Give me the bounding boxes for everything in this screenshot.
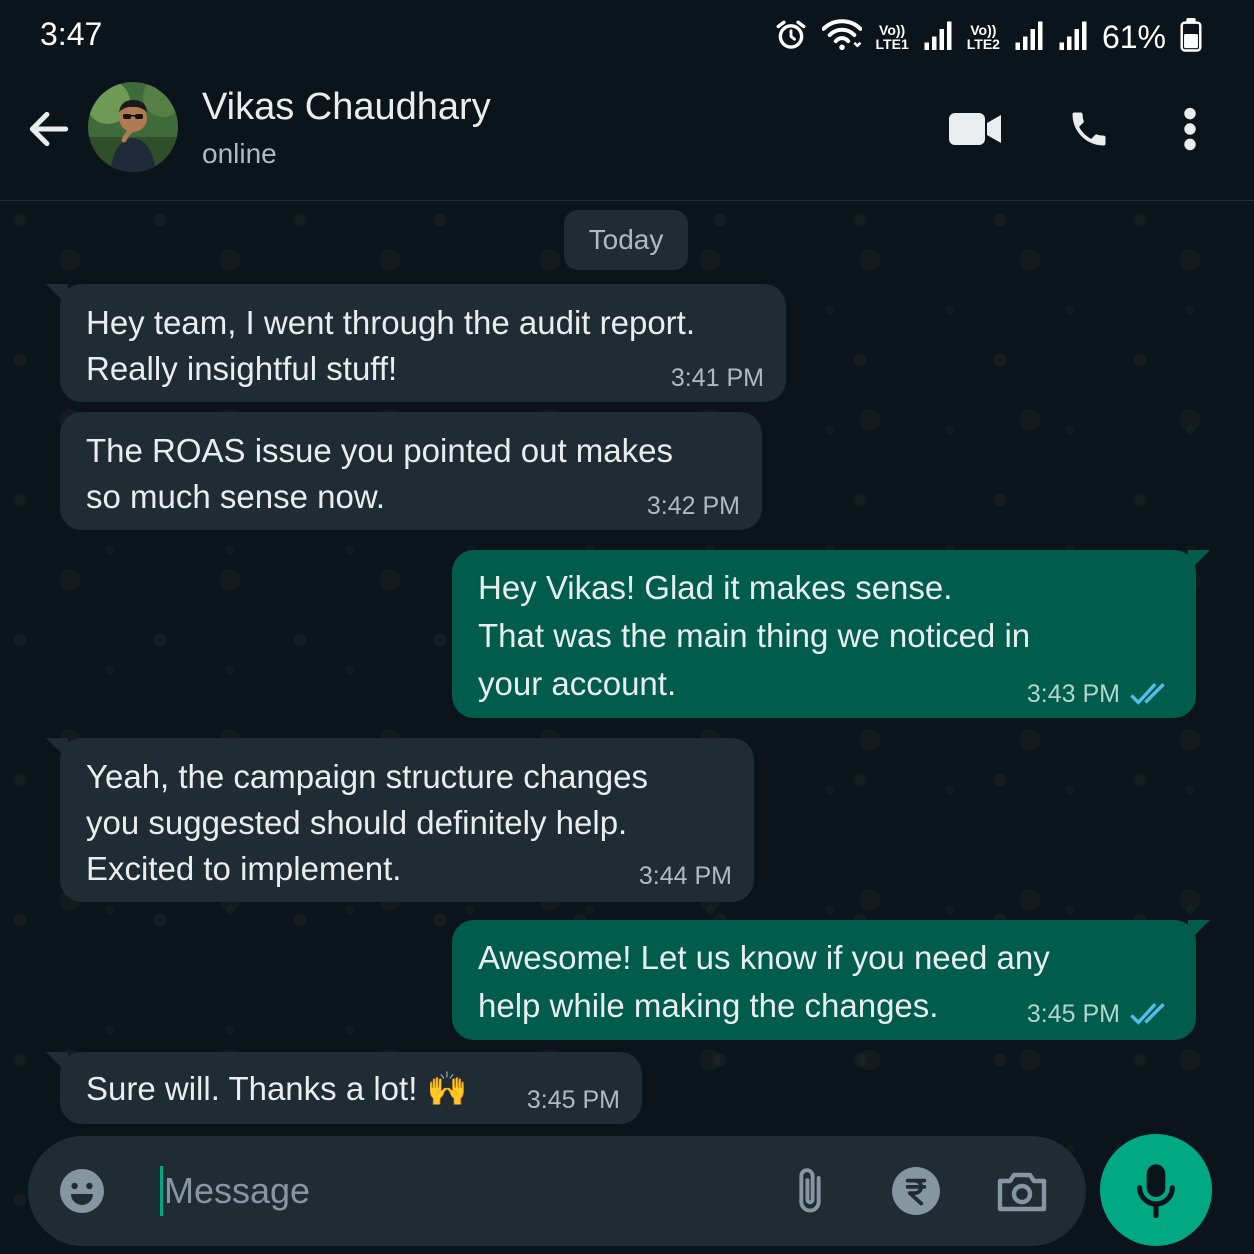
signal-sim2-icon <box>1014 20 1044 55</box>
sim2-label: Vo)) LTE2 <box>966 22 1000 52</box>
bubble-tail <box>1188 920 1210 942</box>
wifi-icon <box>821 18 863 57</box>
rupee-payment-icon[interactable] <box>890 1165 942 1217</box>
message-composer <box>28 1136 1086 1246</box>
contact-name[interactable]: Vikas Chaudhary <box>202 86 491 129</box>
message-text: Hey Vikas! Glad it makes sense. That was… <box>478 569 1031 702</box>
message-text: Yeah, the campaign structure changes you… <box>86 758 648 887</box>
chat-header: Vikas Chaudhary online <box>0 76 1254 201</box>
message-bubble-outgoing[interactable]: Awesome! Let us know if you need any hel… <box>452 920 1210 1040</box>
message-bubble-incoming[interactable]: The ROAS issue you pointed out makes so … <box>60 412 762 530</box>
status-bar: 3:47 Vo)) LTE1 Vo)) LTE2 61% <box>0 0 1254 76</box>
message-time: 3:44 PM <box>638 862 732 890</box>
battery-percent: 61% <box>1101 18 1166 55</box>
more-vert-icon[interactable] <box>1163 106 1217 152</box>
bubble-tail <box>46 738 68 760</box>
bubble-tail <box>46 284 68 306</box>
message-text: Sure will. Thanks a lot! 🙌 <box>86 1070 468 1107</box>
bubble-tail <box>1188 550 1210 572</box>
signal-icon <box>1058 20 1088 55</box>
message-time: 3:43 PM <box>1026 680 1120 708</box>
phone-icon[interactable] <box>1062 106 1116 152</box>
message-bubble-incoming[interactable]: Yeah, the campaign structure changes you… <box>46 738 754 902</box>
message-bubble-outgoing[interactable]: Hey Vikas! Glad it makes sense. That was… <box>452 550 1210 718</box>
read-ticks-icon <box>1130 683 1165 705</box>
message-bubble-incoming[interactable]: Hey team, I went through the audit repor… <box>46 284 786 402</box>
message-bubble-incoming[interactable]: Sure will. Thanks a lot! 🙌 3:45 PM <box>46 1052 642 1124</box>
signal-sim1-icon <box>923 20 953 55</box>
sim1-label: Vo)) LTE1 <box>875 22 909 52</box>
camera-icon[interactable] <box>996 1165 1048 1217</box>
date-chip: Today <box>564 210 688 270</box>
status-icons: Vo)) LTE1 Vo)) LTE2 61% <box>774 14 1202 60</box>
message-text: Awesome! Let us know if you need any hel… <box>478 939 1050 1024</box>
bubble-tail <box>46 1052 68 1074</box>
avatar[interactable] <box>88 82 178 172</box>
mic-button[interactable] <box>1100 1134 1212 1246</box>
battery-icon <box>1180 17 1202 57</box>
status-time: 3:47 <box>40 16 103 52</box>
message-time: 3:45 PM <box>526 1086 620 1114</box>
video-call-icon[interactable] <box>948 106 1002 152</box>
emoji-icon[interactable] <box>58 1167 106 1215</box>
message-time: 3:45 PM <box>1026 1000 1120 1028</box>
message-time: 3:41 PM <box>670 364 764 392</box>
message-text: The ROAS issue you pointed out makes so … <box>86 432 673 515</box>
back-arrow-icon[interactable] <box>24 104 74 154</box>
message-input[interactable] <box>160 1162 684 1220</box>
message-time: 3:42 PM <box>646 492 740 520</box>
read-ticks-icon <box>1130 1003 1165 1025</box>
attach-icon[interactable] <box>784 1165 836 1217</box>
contact-status: online <box>202 138 277 169</box>
mic-icon <box>1137 1164 1175 1218</box>
alarm-icon <box>774 18 808 57</box>
message-text: Hey team, I went through the audit repor… <box>86 304 696 387</box>
